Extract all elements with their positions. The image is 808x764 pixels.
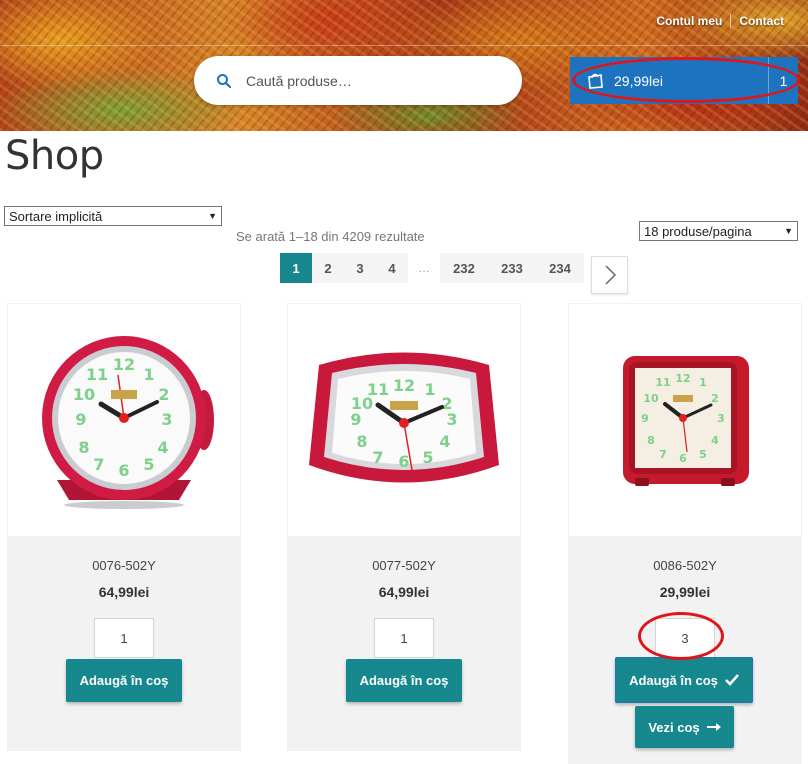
- svg-text:5: 5: [422, 448, 433, 467]
- alarm-clock-image: 12 3 6 9 12 45 78 1011: [42, 336, 214, 509]
- top-links: Contul meu Contact: [648, 14, 792, 28]
- cart-button[interactable]: 29,99lei 1: [570, 57, 798, 104]
- svg-text:9: 9: [75, 410, 86, 429]
- product-sku: 0076-502Y: [92, 558, 156, 573]
- svg-text:6: 6: [398, 452, 409, 471]
- search-bar[interactable]: [194, 56, 522, 105]
- results-count: Se arată 1–18 din 4209 rezultate: [236, 229, 425, 244]
- cart-total: 29,99lei: [614, 72, 664, 89]
- quantity-input[interactable]: 1: [374, 618, 434, 658]
- page-234[interactable]: 234: [536, 253, 584, 283]
- chevron-right-icon: [604, 265, 616, 285]
- sort-select[interactable]: Sortare implicită ▼: [4, 206, 222, 226]
- page-233[interactable]: 233: [488, 253, 536, 283]
- svg-text:4: 4: [157, 438, 168, 457]
- svg-text:11: 11: [655, 376, 670, 389]
- search-icon: [217, 73, 232, 88]
- product-image[interactable]: 12 3 6 9 12 45 7 8 10 11: [8, 304, 240, 536]
- page-1[interactable]: 1: [280, 253, 312, 283]
- svg-text:4: 4: [439, 432, 450, 451]
- alarm-clock-image: 12369 1245 781011: [309, 352, 499, 483]
- dropdown-arrow-icon: ▼: [784, 226, 793, 236]
- svg-text:7: 7: [93, 455, 104, 474]
- svg-text:11: 11: [367, 380, 389, 399]
- svg-text:3: 3: [161, 410, 172, 429]
- svg-text:1: 1: [424, 380, 435, 399]
- svg-text:6: 6: [118, 461, 129, 480]
- svg-text:5: 5: [143, 455, 154, 474]
- header-divider: [0, 45, 808, 46]
- alarm-clock-image: 12 3 6 9 12 45 78 10 11: [623, 356, 749, 486]
- svg-text:11: 11: [86, 365, 108, 384]
- pagination-ellipsis: …: [418, 261, 430, 275]
- svg-text:8: 8: [356, 432, 367, 451]
- add-to-cart-button[interactable]: Adaugă în coș: [346, 659, 462, 702]
- product-price: 29,99lei: [659, 584, 711, 600]
- page-2[interactable]: 2: [312, 253, 344, 283]
- svg-text:6: 6: [679, 452, 687, 465]
- page-232[interactable]: 232: [440, 253, 488, 283]
- per-page-select-value: 18 produse/pagina: [644, 223, 752, 239]
- product-card: 12 3 6 9 12 45 7 8 10 11 0086-502Y 29,99lei 3 A…: [568, 303, 802, 764]
- add-to-cart-button[interactable]: Adaugă în coș: [615, 657, 753, 703]
- svg-text:5: 5: [699, 448, 707, 461]
- svg-text:7: 7: [372, 448, 383, 467]
- quantity-input[interactable]: 3: [655, 618, 715, 658]
- dropdown-arrow-icon: ▼: [208, 211, 217, 221]
- svg-text:9: 9: [641, 412, 649, 425]
- add-to-cart-label: Adaugă în coș: [629, 672, 718, 688]
- product-sku: 0077-502Y: [372, 558, 436, 573]
- product-image[interactable]: 12 3 6 9 1245 7 8 10 11: [288, 304, 520, 536]
- svg-text:10: 10: [643, 392, 659, 405]
- next-page-button[interactable]: [591, 256, 628, 294]
- svg-text:4: 4: [711, 434, 719, 447]
- product-image[interactable]: 12 3 6 9 12 45 7 8 10 11: [569, 304, 801, 536]
- svg-text:8: 8: [78, 438, 89, 457]
- page-3[interactable]: 3: [344, 253, 376, 283]
- svg-text:1: 1: [143, 365, 154, 384]
- cart-count: 1: [768, 57, 798, 104]
- product-card: 12 3 6 9 1245 7 8 10 11 0077-502Y 64,99lei 1 A…: [287, 303, 521, 751]
- product-sku: 0086-502Y: [653, 558, 717, 573]
- svg-text:1: 1: [699, 376, 707, 389]
- svg-text:2: 2: [441, 394, 452, 413]
- shopping-bag-icon: [588, 73, 603, 89]
- add-to-cart-button[interactable]: Adaugă în coș: [66, 659, 182, 702]
- view-cart-label: Vezi coș: [648, 719, 700, 735]
- account-link[interactable]: Contul meu: [648, 14, 730, 28]
- contact-link[interactable]: Contact: [731, 14, 792, 28]
- product-card: 12 3 6 9 1245 7 8 10 11 0076-502Y 64,99lei 1 A…: [7, 303, 241, 751]
- quantity-input[interactable]: 1: [94, 618, 154, 658]
- page-title: Shop: [5, 133, 104, 179]
- header-banner: Contul meu Contact 29,99lei 1: [0, 0, 808, 131]
- view-cart-button[interactable]: Vezi coș: [635, 706, 734, 748]
- svg-text:2: 2: [711, 392, 719, 405]
- svg-text:7: 7: [659, 448, 667, 461]
- svg-text:3: 3: [717, 412, 725, 425]
- sort-select-value: Sortare implicită: [9, 208, 103, 224]
- arrow-right-icon: [706, 723, 721, 731]
- product-price: 64,99lei: [98, 584, 150, 600]
- svg-text:8: 8: [647, 434, 655, 447]
- per-page-select[interactable]: 18 produse/pagina ▼: [639, 221, 798, 241]
- svg-text:2: 2: [158, 385, 169, 404]
- svg-text:12: 12: [113, 355, 135, 374]
- svg-text:12: 12: [393, 376, 415, 395]
- pagination: 1 2 3 4 … 232 233 234: [280, 253, 628, 294]
- checkmark-icon: [725, 674, 739, 686]
- svg-text:10: 10: [73, 385, 95, 404]
- search-input[interactable]: [246, 72, 486, 89]
- product-price: 64,99lei: [378, 584, 430, 600]
- page-4[interactable]: 4: [376, 253, 408, 283]
- svg-text:12: 12: [675, 372, 690, 385]
